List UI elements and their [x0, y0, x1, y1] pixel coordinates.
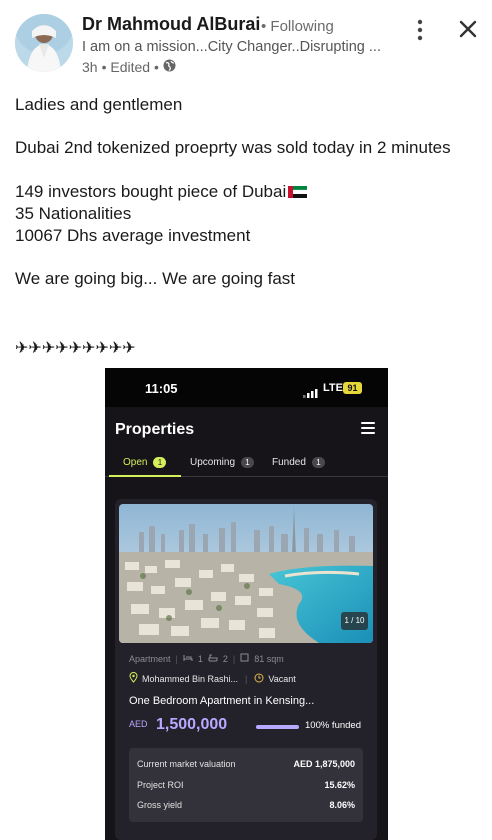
- bath-icon: [208, 654, 218, 664]
- post-line: 10067 Dhs average investment: [15, 226, 251, 245]
- close-icon[interactable]: [456, 17, 480, 41]
- funding-progress-bar: [256, 725, 299, 729]
- stat-label: Gross yield: [137, 800, 183, 810]
- beds-count: 1: [197, 653, 203, 664]
- property-stats-box: Current market valuation AED 1,875,000 P…: [129, 748, 363, 822]
- stat-value: AED 1,875,000: [293, 759, 355, 769]
- globe-icon: [163, 59, 176, 75]
- phone-status-bar: 11:05 LTE 91: [105, 368, 388, 407]
- airplanes-line: ✈✈✈✈✈✈✈✈✈: [15, 338, 136, 357]
- stat-row: Project ROI 15.62%: [137, 780, 355, 790]
- photo-counter: 1 / 10: [341, 612, 368, 630]
- tab-label: Upcoming: [190, 457, 236, 468]
- location-text: Mohammed Bin Rashi...: [142, 673, 239, 684]
- network-type: LTE: [323, 382, 343, 394]
- tab-count-badge: 1: [153, 457, 167, 468]
- signal-icon: [303, 385, 319, 403]
- battery-icon: 91: [343, 382, 362, 394]
- tab-funded[interactable]: Funded 1: [272, 457, 325, 468]
- tab-label: Open: [123, 457, 148, 468]
- area-value: 81 sqm: [254, 653, 284, 664]
- active-tab-indicator: [109, 475, 181, 477]
- post-edited: • Edited •: [101, 59, 159, 75]
- location-pin-icon: [129, 672, 138, 685]
- avatar[interactable]: [15, 14, 73, 72]
- funding-progress-fill: [256, 725, 299, 729]
- post-line-text: 149 investors bought piece of Dubai: [15, 182, 287, 201]
- attached-image[interactable]: 11:05 LTE 91 Properties Open 1 Upcoming …: [105, 368, 388, 840]
- stat-label: Current market valuation: [137, 759, 236, 769]
- post-header: Dr Mahmoud AlBurai • Following I am on a…: [0, 0, 492, 90]
- hamburger-menu-icon[interactable]: [361, 422, 375, 434]
- funded-label: 100% funded: [305, 720, 361, 731]
- property-photo[interactable]: 1 / 10: [119, 504, 373, 643]
- author-headline: I am on a mission...City Changer..Disrup…: [82, 39, 381, 55]
- property-card[interactable]: 1 / 10 Apartment | 1 2 | 81 sqm Mohammed…: [115, 499, 377, 840]
- bed-icon: [183, 654, 193, 664]
- post-line: Dubai 2nd tokenized proeprty was sold to…: [15, 138, 451, 157]
- page-title: Properties: [115, 421, 195, 438]
- uae-flag-icon: [288, 182, 308, 198]
- stat-label: Project ROI: [137, 780, 184, 790]
- author-name[interactable]: Dr Mahmoud AlBurai: [82, 14, 260, 35]
- tab-label: Funded: [272, 457, 306, 468]
- tab-upcoming[interactable]: Upcoming 1: [190, 457, 255, 468]
- post-line: Ladies and gentlemen: [15, 95, 183, 114]
- post-line: We are going big... We are going fast: [15, 269, 296, 288]
- more-options-icon[interactable]: [408, 18, 432, 42]
- stat-value: 15.62%: [324, 780, 355, 790]
- price-amount: 1,500,000: [155, 716, 228, 733]
- stat-row: Current market valuation AED 1,875,000: [137, 759, 355, 769]
- stat-value: 8.06%: [329, 800, 355, 810]
- property-type: Apartment: [129, 653, 171, 664]
- price-currency: AED: [129, 719, 148, 729]
- post-line: 35 Nationalities: [15, 204, 132, 223]
- property-price: AED 1,500,000: [129, 716, 227, 734]
- post-line: 149 investors bought piece of Dubai: [15, 181, 308, 203]
- tab-open[interactable]: Open 1: [123, 457, 167, 468]
- property-specs: Apartment | 1 2 | 81 sqm: [129, 653, 284, 664]
- tab-count-badge: 1: [311, 457, 325, 468]
- post-meta: 3h • Edited •: [82, 59, 176, 75]
- baths-count: 2: [222, 653, 228, 664]
- post-time: 3h: [82, 59, 98, 75]
- stat-row: Gross yield 8.06%: [137, 800, 355, 810]
- clock-icon: [254, 673, 264, 685]
- property-title[interactable]: One Bedroom Apartment in Kensing...: [129, 695, 314, 707]
- occupancy-status: Vacant: [268, 673, 296, 684]
- area-icon: [240, 653, 249, 664]
- status-time: 11:05: [145, 381, 178, 396]
- property-location-row: Mohammed Bin Rashi... | Vacant: [129, 672, 296, 685]
- following-status: • Following: [261, 18, 334, 35]
- tab-count-badge: 1: [241, 457, 255, 468]
